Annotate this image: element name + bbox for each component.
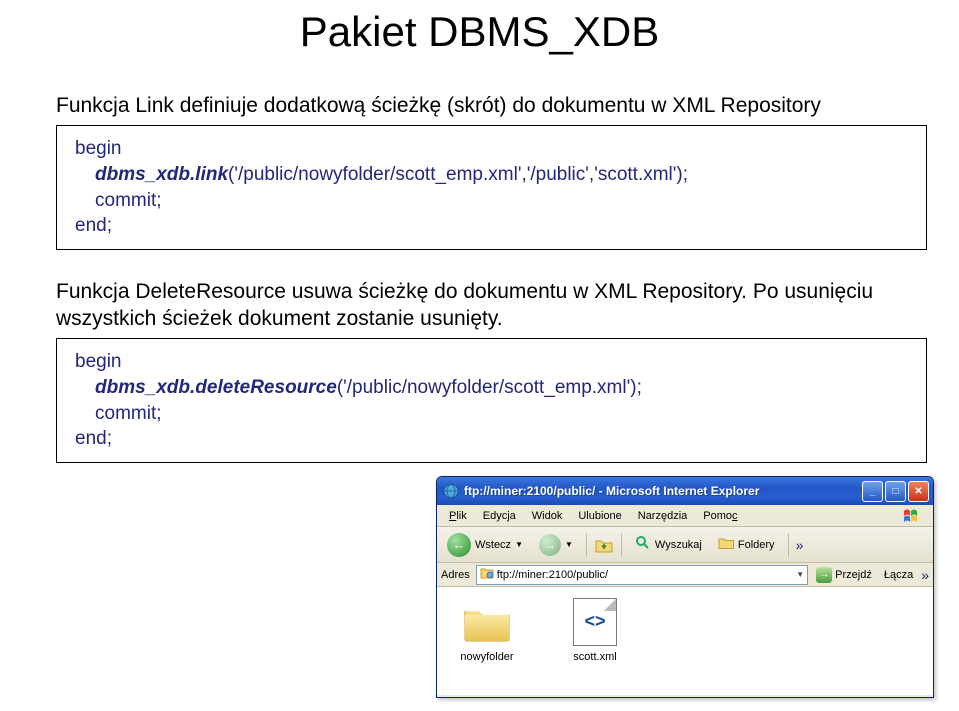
search-button[interactable]: Wyszukaj — [629, 532, 708, 557]
page-title: Pakiet DBMS_XDB — [0, 8, 959, 56]
toolbar-overflow-icon[interactable]: » — [796, 537, 804, 553]
folder-ftp-icon — [480, 567, 494, 582]
file-item[interactable]: <> scott.xml — [555, 597, 635, 663]
toolbar: ← Wstecz ▼ → ▼ Wyszukaj Foldery » — [437, 527, 933, 563]
browser-window: ftp://miner:2100/public/ - Microsoft Int… — [436, 476, 934, 698]
back-button[interactable]: ← Wstecz ▼ — [441, 530, 529, 560]
close-button[interactable]: ✕ — [908, 481, 929, 502]
menu-help[interactable]: Pomoc — [695, 508, 745, 524]
folder-icon — [447, 597, 527, 647]
menubar: Plik Edycja Widok Ulubione Narzędzia Pom… — [437, 505, 933, 527]
paragraph-delete: Funkcja DeleteResource usuwa ścieżkę do … — [56, 278, 927, 333]
search-icon — [635, 535, 651, 554]
separator — [586, 533, 587, 557]
forward-arrow-icon: → — [539, 534, 561, 556]
code-line: dbms_xdb.deleteResource('/public/nowyfol… — [75, 375, 912, 401]
xml-file-icon: <> — [555, 597, 635, 647]
window-title: ftp://miner:2100/public/ - Microsoft Int… — [464, 484, 862, 498]
menu-favorites[interactable]: Ulubione — [570, 508, 629, 524]
address-field[interactable]: ftp://miner:2100/public/ ▼ — [476, 565, 808, 585]
code-line: end; — [75, 428, 112, 449]
back-label: Wstecz — [475, 539, 511, 551]
code-block-link: begin dbms_xdb.link('/public/nowyfolder/… — [56, 125, 927, 250]
back-arrow-icon: ← — [447, 533, 471, 557]
code-line: end; — [75, 215, 112, 236]
links-label[interactable]: Łącza — [880, 569, 917, 581]
search-label: Wyszukaj — [655, 539, 702, 551]
code-args: ('/public/nowyfolder/scott_emp.xml'); — [337, 377, 642, 398]
separator — [788, 533, 789, 557]
separator — [621, 533, 622, 557]
up-folder-button[interactable] — [594, 535, 614, 555]
menu-view[interactable]: Widok — [524, 508, 571, 524]
file-name: scott.xml — [555, 651, 635, 663]
folders-button[interactable]: Foldery — [712, 533, 781, 556]
content-pane[interactable]: nowyfolder <> scott.xml — [437, 587, 933, 695]
minimize-button[interactable]: _ — [862, 481, 883, 502]
go-button[interactable]: → Przejdź — [812, 565, 876, 585]
paragraph-link: Funkcja Link definiuje dodatkową ścieżkę… — [56, 92, 927, 119]
code-line: commit; — [75, 188, 912, 214]
code-func: dbms_xdb.deleteResource — [95, 377, 337, 398]
folders-label: Foldery — [738, 539, 775, 551]
code-line: begin — [75, 351, 122, 372]
dropdown-icon[interactable]: ▼ — [796, 570, 804, 579]
menu-edit[interactable]: Edycja — [475, 508, 524, 524]
menu-file[interactable]: Plik — [441, 508, 475, 524]
forward-button[interactable]: → ▼ — [533, 531, 579, 559]
code-args: ('/public/nowyfolder/scott_emp.xml','/pu… — [228, 164, 688, 185]
code-block-delete: begin dbms_xdb.deleteResource('/public/n… — [56, 338, 927, 463]
dropdown-icon: ▼ — [565, 540, 573, 549]
windows-logo-icon — [901, 506, 929, 526]
address-bar: Adres ftp://miner:2100/public/ ▼ → Przej… — [437, 563, 933, 587]
dropdown-icon: ▼ — [515, 540, 523, 549]
code-line: dbms_xdb.link('/public/nowyfolder/scott_… — [75, 162, 912, 188]
code-line: commit; — [75, 401, 912, 427]
code-line: begin — [75, 138, 122, 159]
titlebar[interactable]: ftp://miner:2100/public/ - Microsoft Int… — [437, 477, 933, 505]
ie-app-icon — [443, 483, 459, 499]
go-label: Przejdź — [835, 569, 872, 581]
code-func: dbms_xdb.link — [95, 164, 228, 185]
folder-name: nowyfolder — [447, 651, 527, 663]
addrbar-overflow-icon[interactable]: » — [921, 567, 929, 583]
address-url: ftp://miner:2100/public/ — [497, 569, 608, 581]
folder-item[interactable]: nowyfolder — [447, 597, 527, 663]
menu-tools[interactable]: Narzędzia — [630, 508, 696, 524]
folders-icon — [718, 536, 734, 553]
maximize-button[interactable]: □ — [885, 481, 906, 502]
address-label: Adres — [441, 569, 472, 581]
go-arrow-icon: → — [816, 567, 832, 583]
